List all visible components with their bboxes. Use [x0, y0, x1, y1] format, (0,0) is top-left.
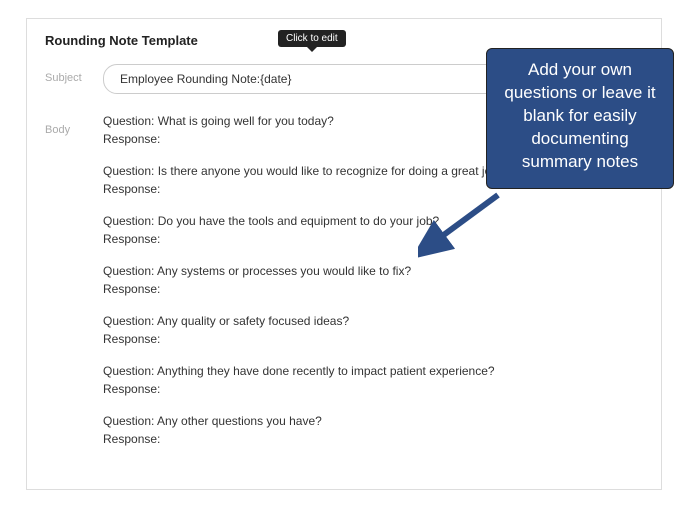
- question-text: Question: Any other questions you have?: [103, 412, 635, 430]
- help-callout: Add your own questions or leave it blank…: [486, 48, 674, 189]
- response-label: Response:: [103, 230, 635, 248]
- question-text: Question: Do you have the tools and equi…: [103, 212, 635, 230]
- qa-block: Question: Anything they have done recent…: [103, 362, 635, 398]
- subject-label: Subject: [45, 60, 103, 84]
- qa-block: Question: Any systems or processes you w…: [103, 262, 635, 298]
- qa-block: Question: Any quality or safety focused …: [103, 312, 635, 348]
- body-label: Body: [45, 112, 103, 136]
- question-text: Question: Anything they have done recent…: [103, 362, 635, 380]
- question-text: Question: Any quality or safety focused …: [103, 312, 635, 330]
- question-text: Question: Any systems or processes you w…: [103, 262, 635, 280]
- response-label: Response:: [103, 380, 635, 398]
- response-label: Response:: [103, 430, 635, 448]
- response-label: Response:: [103, 280, 635, 298]
- qa-block: Question: Do you have the tools and equi…: [103, 212, 635, 248]
- edit-tooltip: Click to edit: [278, 30, 346, 47]
- qa-block: Question: Any other questions you have? …: [103, 412, 635, 448]
- response-label: Response:: [103, 330, 635, 348]
